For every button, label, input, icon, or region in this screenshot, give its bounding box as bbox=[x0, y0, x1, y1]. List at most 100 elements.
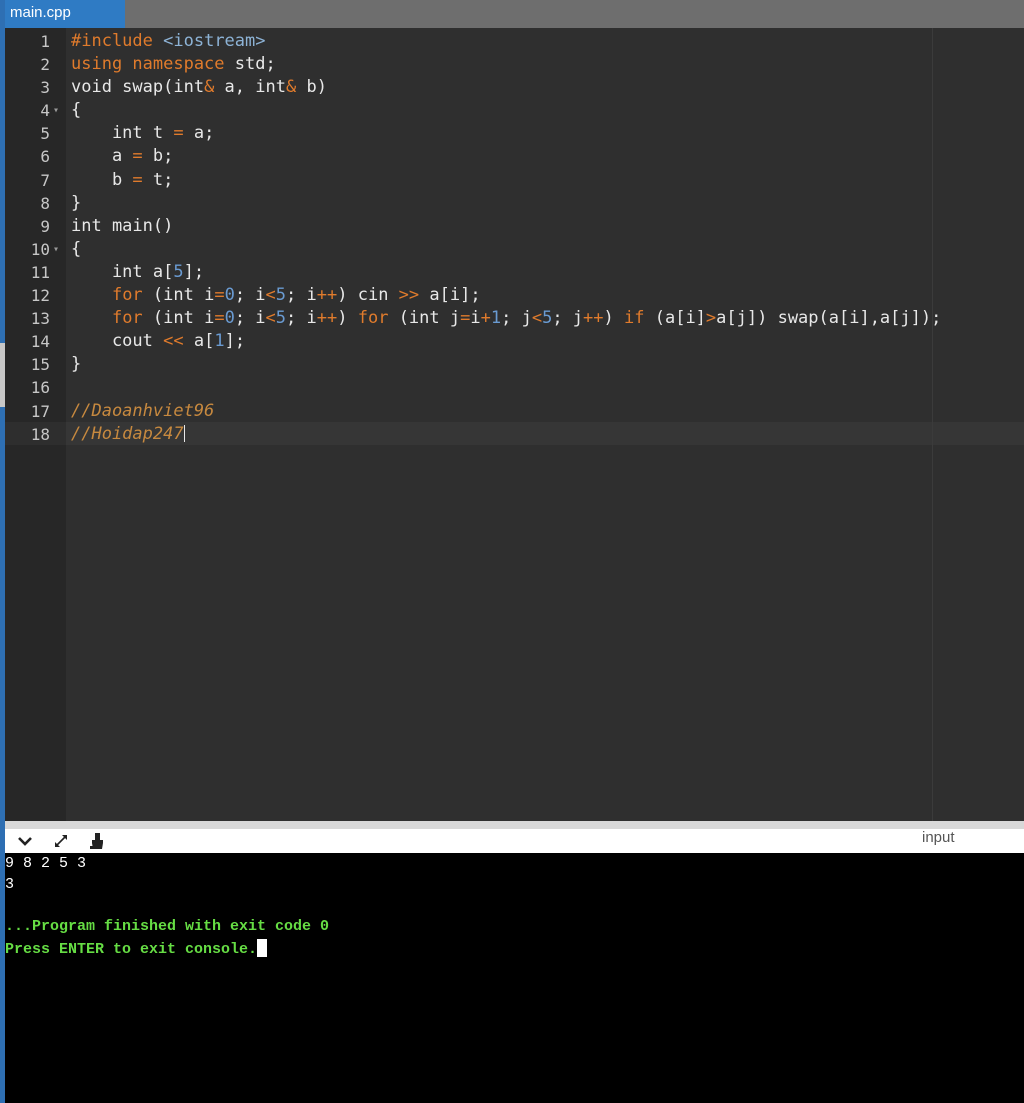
line-number: 4 bbox=[40, 101, 50, 121]
expand-icon[interactable] bbox=[51, 831, 71, 851]
code-token: ) bbox=[337, 308, 358, 329]
code-line[interactable]: 5 int t = a; bbox=[5, 122, 1024, 145]
code-line[interactable]: 8} bbox=[5, 192, 1024, 215]
code-line[interactable]: 1 #include <iostream> bbox=[5, 30, 1024, 53]
tab-main-cpp[interactable]: main.cpp bbox=[5, 0, 125, 28]
text-caret bbox=[183, 424, 185, 442]
code-token: } bbox=[71, 354, 82, 375]
line-number: 17 bbox=[30, 401, 50, 421]
code-token: ; j bbox=[552, 308, 584, 329]
code-editor[interactable]: 1 #include <iostream> 2 using namespace std… bbox=[5, 28, 1024, 821]
line-number: 1 bbox=[40, 32, 50, 51]
code-token: a[ bbox=[183, 331, 215, 352]
code-token: = bbox=[214, 285, 225, 306]
code-token: (int i bbox=[142, 308, 215, 329]
code-token: ++ bbox=[583, 308, 604, 329]
line-number: 10 bbox=[30, 239, 50, 259]
console-line-text: 9 8 2 5 3 bbox=[5, 855, 87, 872]
code-token: int t bbox=[71, 123, 174, 144]
console-output[interactable]: 9 8 2 5 3 3 ...Program finished with exit … bbox=[5, 853, 1024, 1103]
code-line[interactable]: 11 int a[5]; bbox=[5, 261, 1024, 284]
chevron-down-icon[interactable] bbox=[15, 831, 35, 851]
code-text: { bbox=[71, 99, 81, 122]
code-line[interactable]: 12 for (int i=0; i<5; i++) cin >> a[i]; bbox=[5, 284, 1024, 307]
code-lines[interactable]: 1 #include <iostream> 2 using namespace std… bbox=[5, 30, 1024, 446]
code-token: a[i]; bbox=[419, 285, 481, 306]
code-line[interactable]: 3 void swap(int& a, int& b) bbox=[5, 76, 1024, 99]
code-token: ; i bbox=[286, 285, 317, 306]
code-token: ; i bbox=[286, 308, 317, 329]
code-token: a bbox=[71, 146, 133, 167]
code-token: b) bbox=[296, 77, 327, 98]
line-number: 2 bbox=[40, 55, 50, 75]
code-text: //Daoanhviet96 bbox=[71, 400, 214, 423]
code-line[interactable]: 9 int main() bbox=[5, 215, 1024, 238]
code-token: ++ bbox=[316, 308, 338, 329]
code-line[interactable]: 18 //Hoidap247 bbox=[5, 423, 1024, 446]
code-token: for bbox=[111, 285, 143, 306]
code-token: { bbox=[71, 100, 82, 121]
code-text: { bbox=[71, 238, 81, 261]
code-token: 5 bbox=[542, 308, 553, 329]
fold-toggle-icon[interactable]: ▾ bbox=[53, 238, 59, 261]
code-line[interactable]: 13 for (int i=0; i<5; i++) for (int j=i+… bbox=[5, 307, 1024, 330]
code-token: <iostream> bbox=[163, 31, 266, 51]
code-token: 1 bbox=[214, 331, 225, 352]
code-text: a = b; bbox=[71, 145, 173, 168]
console-line-text: Press ENTER to exit console. bbox=[5, 941, 258, 958]
code-line[interactable]: 7 b = t; bbox=[5, 169, 1024, 192]
line-number: 16 bbox=[30, 378, 50, 398]
code-token: > bbox=[705, 308, 717, 329]
clear-console-icon[interactable] bbox=[87, 831, 107, 851]
line-number: 11 bbox=[30, 262, 50, 282]
line-number: 18 bbox=[30, 424, 50, 444]
code-token: + bbox=[480, 308, 491, 329]
code-token: //Hoidap247 bbox=[71, 423, 184, 444]
code-token: //Daoanhviet96 bbox=[71, 400, 215, 421]
fold-toggle-icon[interactable]: ▾ bbox=[53, 99, 59, 122]
code-line[interactable]: 6 a = b; bbox=[5, 145, 1024, 168]
code-token: a[j]) swap(a[i],a[j]); bbox=[716, 308, 942, 329]
code-line[interactable]: 10 ▾ { bbox=[5, 238, 1024, 261]
line-number: 5 bbox=[40, 124, 50, 144]
code-token: = bbox=[173, 123, 184, 144]
code-token: = bbox=[132, 146, 143, 167]
code-token: i bbox=[470, 308, 481, 329]
line-number: 7 bbox=[40, 170, 50, 190]
code-token: ) bbox=[603, 308, 625, 329]
code-token: #include bbox=[71, 31, 153, 51]
input-tab-label[interactable]: input bbox=[922, 829, 955, 847]
code-token: 5 bbox=[173, 261, 184, 282]
line-number: 15 bbox=[30, 355, 50, 375]
code-text: for (int i=0; i<5; i++) cin >> a[i]; bbox=[71, 284, 481, 307]
code-token: a, int bbox=[214, 77, 286, 98]
code-token: 0 bbox=[224, 285, 235, 306]
code-line[interactable]: 16 bbox=[5, 376, 1024, 399]
code-token: >> bbox=[398, 285, 420, 306]
code-token: ; i bbox=[234, 285, 266, 306]
code-token: if bbox=[624, 308, 645, 329]
code-token: ]; bbox=[183, 261, 205, 282]
code-line[interactable]: 4 ▾ { bbox=[5, 99, 1024, 122]
code-text: void swap(int& a, int& b) bbox=[71, 76, 327, 99]
console-toolbar: input bbox=[5, 829, 1024, 853]
code-line[interactable]: 17 //Daoanhviet96 bbox=[5, 400, 1024, 423]
panel-splitter[interactable] bbox=[5, 821, 1024, 829]
code-line[interactable]: 2 using namespace std; bbox=[5, 53, 1024, 76]
code-line[interactable]: 14 cout << a[1]; bbox=[5, 330, 1024, 353]
code-token: ) cin bbox=[337, 285, 399, 306]
code-token: std; bbox=[224, 54, 276, 75]
code-token: for bbox=[111, 308, 143, 329]
code-token: int a[ bbox=[71, 261, 174, 282]
code-token: ++ bbox=[316, 285, 338, 306]
line-number: 6 bbox=[40, 147, 50, 167]
code-line[interactable]: 15} bbox=[5, 353, 1024, 376]
code-text: int a[5]; bbox=[71, 261, 204, 284]
console-line-text: 3 bbox=[5, 876, 15, 893]
console-cursor bbox=[257, 939, 268, 957]
code-token: ; j bbox=[501, 308, 532, 329]
code-token: b bbox=[71, 169, 133, 190]
line-number: 13 bbox=[30, 309, 50, 329]
code-token: (int j bbox=[388, 308, 461, 329]
console-line: 3 bbox=[5, 876, 14, 894]
